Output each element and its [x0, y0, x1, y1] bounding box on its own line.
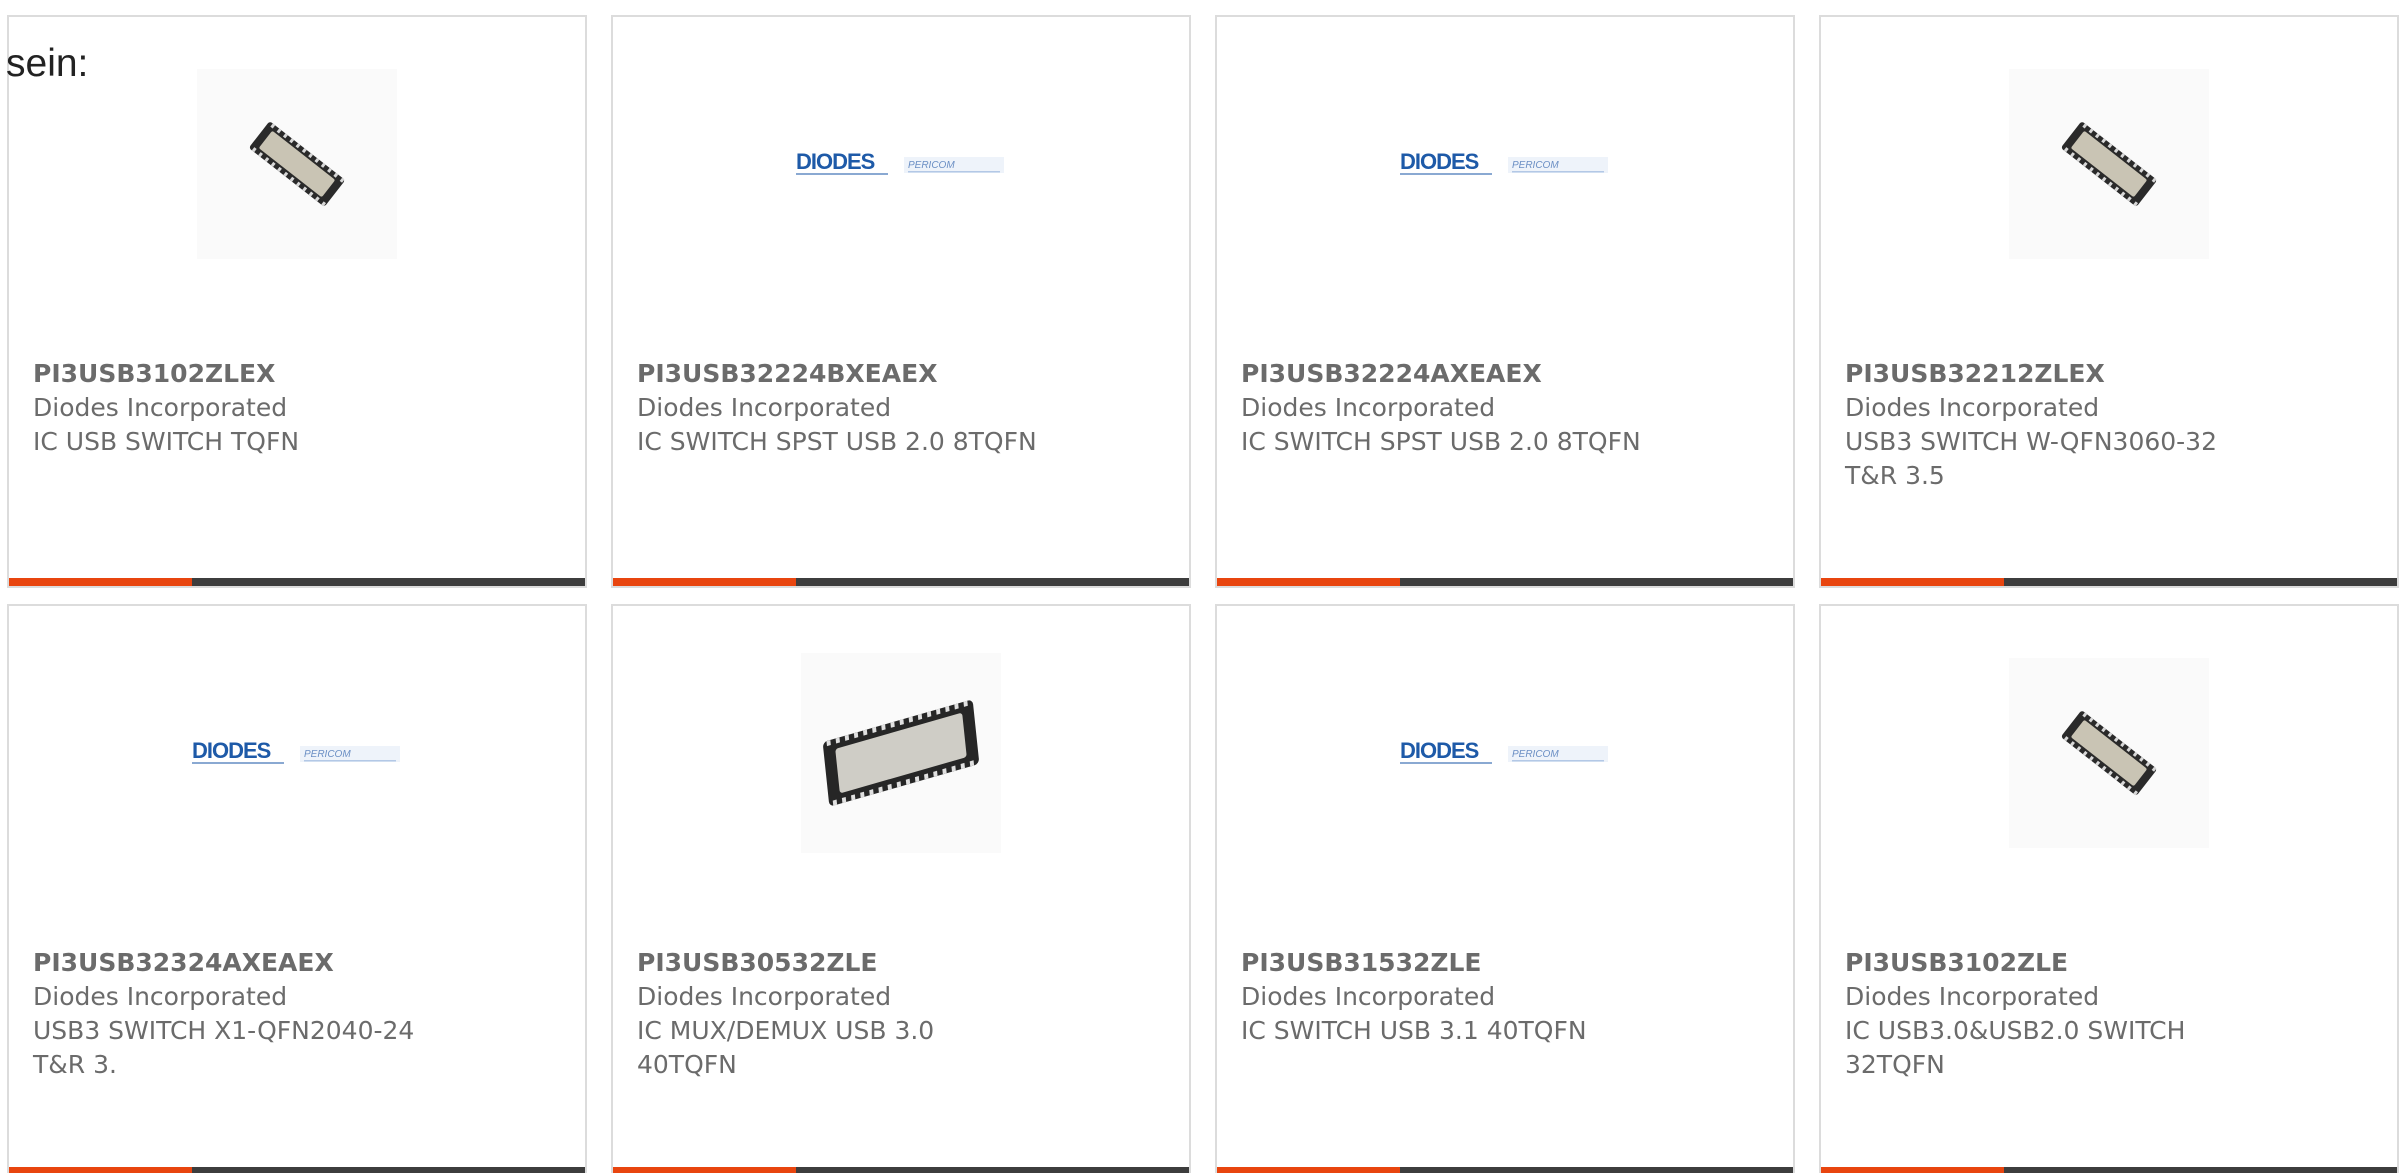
card-accent-bar	[9, 1167, 192, 1173]
part-number[interactable]: PI3USB32224BXEAEX	[637, 357, 1165, 391]
chip-photo	[2009, 658, 2209, 848]
manufacturer: Diodes Incorporated	[1845, 982, 2100, 1011]
product-card[interactable]: DIODES PERICOM PI3USB32324AXEAEX Diodes I…	[7, 604, 587, 1173]
product-image	[9, 69, 585, 259]
product-info: PI3USB32224BXEAEX Diodes Incorporated IC…	[637, 357, 1165, 459]
card-accent-bar	[1217, 1167, 1400, 1173]
card-bottom-bar	[1217, 1167, 1793, 1173]
card-accent-bar	[1821, 1167, 2004, 1173]
part-number[interactable]: PI3USB3102ZLEX	[33, 357, 561, 391]
manufacturer: Diodes Incorporated	[1845, 393, 2100, 422]
manufacturer: Diodes Incorporated	[1241, 982, 1496, 1011]
card-bottom-bar	[1821, 1167, 2397, 1173]
svg-text:DIODES: DIODES	[1400, 149, 1479, 174]
product-card[interactable]: DIODES PERICOM PI3USB31532ZLE Diodes Inco…	[1215, 604, 1795, 1173]
product-card[interactable]: PI3USB30532ZLE Diodes Incorporated IC MU…	[611, 604, 1191, 1173]
manufacturer: Diodes Incorporated	[637, 982, 892, 1011]
chip-photo	[2009, 69, 2209, 259]
product-image: DIODES PERICOM	[9, 658, 585, 848]
description: IC USB3.0&USB2.0 SWITCH 32TQFN	[1845, 1016, 2186, 1079]
svg-text:DIODES: DIODES	[796, 149, 875, 174]
card-accent-bar	[613, 578, 796, 586]
product-image	[1821, 658, 2397, 848]
card-accent-bar	[1217, 578, 1400, 586]
product-image: DIODES PERICOM	[1217, 658, 1793, 848]
card-bottom-bar	[9, 1167, 585, 1173]
product-info: PI3USB32324AXEAEX Diodes Incorporated US…	[33, 946, 561, 1082]
part-number[interactable]: PI3USB31532ZLE	[1241, 946, 1769, 980]
card-bottom-bar	[1821, 578, 2397, 586]
product-info: PI3USB30532ZLE Diodes Incorporated IC MU…	[637, 946, 1165, 1082]
card-accent-bar	[613, 1167, 796, 1173]
description: IC SWITCH SPST USB 2.0 8TQFN	[637, 427, 1037, 456]
manufacturer: Diodes Incorporated	[1241, 393, 1496, 422]
part-number[interactable]: PI3USB3102ZLE	[1845, 946, 2373, 980]
product-card[interactable]: DIODES PERICOM PI3USB32224BXEAEX Diodes I…	[611, 15, 1191, 588]
svg-text:PERICOM: PERICOM	[1512, 749, 1559, 760]
part-number[interactable]: PI3USB32212ZLEX	[1845, 357, 2373, 391]
product-image: DIODES PERICOM	[1217, 69, 1793, 259]
product-info: PI3USB3102ZLE Diodes Incorporated IC USB…	[1845, 946, 2373, 1082]
manufacturer: Diodes Incorporated	[637, 393, 892, 422]
description: USB3 SWITCH W-QFN3060-32 T&R 3.5	[1845, 427, 2217, 490]
diodes-pericom-logo: DIODES PERICOM	[1400, 738, 1610, 768]
card-bottom-bar	[613, 1167, 1189, 1173]
chip-photo	[801, 653, 1001, 853]
card-bottom-bar	[9, 578, 585, 586]
description: IC SWITCH SPST USB 2.0 8TQFN	[1241, 427, 1641, 456]
product-image	[1821, 69, 2397, 259]
product-card[interactable]: DIODES PERICOM PI3USB32224AXEAEX Diodes I…	[1215, 15, 1795, 588]
card-bottom-bar	[613, 578, 1189, 586]
description: IC MUX/DEMUX USB 3.0 40TQFN	[637, 1016, 935, 1079]
card-bottom-bar	[1217, 578, 1793, 586]
diodes-pericom-logo: DIODES PERICOM	[1400, 149, 1610, 179]
manufacturer: Diodes Incorporated	[33, 393, 288, 422]
card-accent-bar	[1821, 578, 2004, 586]
description: IC SWITCH USB 3.1 40TQFN	[1241, 1016, 1587, 1045]
intro-text: sein:	[6, 42, 89, 85]
svg-text:DIODES: DIODES	[192, 738, 271, 763]
product-image	[613, 653, 1189, 853]
part-number[interactable]: PI3USB30532ZLE	[637, 946, 1165, 980]
product-info: PI3USB32224AXEAEX Diodes Incorporated IC…	[1241, 357, 1769, 459]
product-grid: PI3USB3102ZLEX Diodes Incorporated IC US…	[7, 15, 2400, 1173]
manufacturer: Diodes Incorporated	[33, 982, 288, 1011]
product-card[interactable]: PI3USB3102ZLE Diodes Incorporated IC USB…	[1819, 604, 2399, 1173]
description: USB3 SWITCH X1-QFN2040-24 T&R 3.	[33, 1016, 415, 1079]
description: IC USB SWITCH TQFN	[33, 427, 300, 456]
diodes-pericom-logo: DIODES PERICOM	[192, 738, 402, 768]
part-number[interactable]: PI3USB32224AXEAEX	[1241, 357, 1769, 391]
product-image: DIODES PERICOM	[613, 69, 1189, 259]
part-number[interactable]: PI3USB32324AXEAEX	[33, 946, 561, 980]
svg-text:PERICOM: PERICOM	[908, 160, 955, 171]
page: sein: PI3USB3102ZLEX Diodes Incorporated…	[0, 0, 2400, 1173]
chip-photo	[197, 69, 397, 259]
svg-text:PERICOM: PERICOM	[1512, 160, 1559, 171]
product-info: PI3USB32212ZLEX Diodes Incorporated USB3…	[1845, 357, 2373, 493]
product-card[interactable]: PI3USB32212ZLEX Diodes Incorporated USB3…	[1819, 15, 2399, 588]
product-info: PI3USB3102ZLEX Diodes Incorporated IC US…	[33, 357, 561, 459]
product-card[interactable]: PI3USB3102ZLEX Diodes Incorporated IC US…	[7, 15, 587, 588]
svg-text:PERICOM: PERICOM	[304, 749, 351, 760]
product-info: PI3USB31532ZLE Diodes Incorporated IC SW…	[1241, 946, 1769, 1048]
card-accent-bar	[9, 578, 192, 586]
diodes-pericom-logo: DIODES PERICOM	[796, 149, 1006, 179]
svg-text:DIODES: DIODES	[1400, 738, 1479, 763]
